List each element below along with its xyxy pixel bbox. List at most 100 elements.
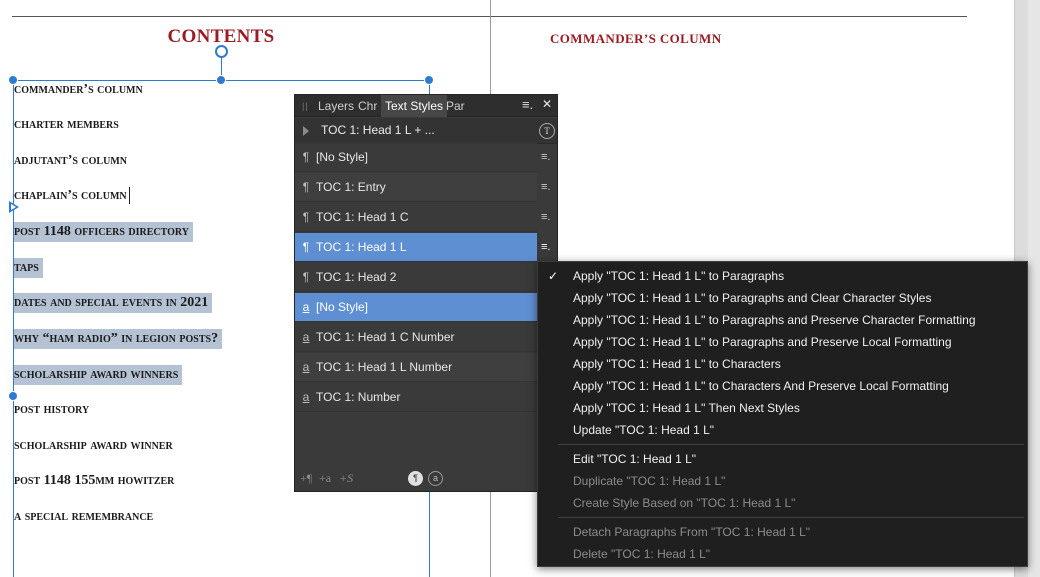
style-row[interactable]: ¶ TOC 1: Head 1 L ≡. — [295, 233, 550, 262]
tab-paragraph[interactable]: Par — [446, 95, 465, 117]
menu-item-label: Create Style Based on "TOC 1: Head 1 L" — [573, 496, 796, 510]
paragraph-style-icon: ¶ — [302, 210, 310, 224]
menu-separator — [558, 444, 1024, 445]
style-name: [No Style] — [316, 150, 369, 164]
style-row-menu-icon[interactable]: ≡. — [541, 173, 550, 202]
style-name: TOC 1: Number — [316, 390, 401, 404]
add-character-style-icon[interactable]: +a — [319, 471, 331, 486]
context-menu-item[interactable]: Apply "TOC 1: Head 1 L" to Characters — [538, 353, 1027, 375]
resize-handle-top-center[interactable] — [216, 75, 226, 85]
tab-layers[interactable]: Layers — [318, 95, 354, 117]
paragraph-style-icon: ¶ — [302, 180, 310, 194]
scrollbar-track[interactable] — [1028, 0, 1040, 577]
toc-entry[interactable]: post history — [14, 400, 93, 420]
toc-entry-text: why “ham radio” in legion posts? — [14, 331, 219, 346]
toc-entry[interactable]: chaplain’s column — [14, 186, 134, 206]
context-menu-item[interactable]: Edit "TOC 1: Head 1 L" — [538, 448, 1027, 470]
tab-character[interactable]: Chr — [358, 95, 377, 117]
context-menu-item[interactable]: ✓ Apply "TOC 1: Head 1 L" to Paragraphs — [538, 265, 1027, 287]
toc-entry[interactable]: why “ham radio” in legion posts? — [14, 329, 223, 349]
character-style-icon: a — [302, 330, 310, 344]
style-name: TOC 1: Head 1 L — [316, 240, 407, 254]
panel-bottom-toolbar: +¶ +a +S ¶ a — [295, 467, 557, 491]
style-row-menu-icon[interactable]: ≡. — [541, 203, 550, 232]
toc-entry-text: scholarship award winners — [14, 367, 179, 382]
style-row[interactable]: ¶TOC 1: Head 2≡. — [295, 263, 550, 292]
toc-entry[interactable]: a special remembrance — [14, 507, 157, 527]
context-menu-item[interactable]: Apply "TOC 1: Head 1 L" to Paragraphs an… — [538, 287, 1027, 309]
style-row[interactable]: a TOC 1: Head 1 C Number — [295, 323, 537, 352]
text-caret — [128, 187, 130, 205]
panel-grip-icon[interactable]: || — [302, 101, 309, 111]
style-row[interactable]: a TOC 1: Number — [295, 383, 537, 412]
style-name: TOC 1: Head 1 L Number — [316, 360, 453, 374]
context-menu-item[interactable]: Apply "TOC 1: Head 1 L" to Paragraphs an… — [538, 331, 1027, 353]
character-filter-icon[interactable]: a — [428, 471, 443, 486]
style-name: TOC 1: Head 2 — [316, 270, 397, 284]
close-icon[interactable]: ✕ — [542, 97, 552, 111]
paragraph-style-icon: ¶ — [302, 270, 310, 284]
panel-tab-bar: || Layers Chr Text Styles Par ≡. ✕ — [295, 95, 557, 117]
add-style-group-icon[interactable]: +S — [339, 471, 353, 486]
tab-text-styles[interactable]: Text Styles — [381, 95, 448, 117]
toc-entry-text: chaplain’s column — [14, 188, 127, 203]
toc-entry-text: post 1148 155mm howitzer — [14, 473, 175, 488]
context-menu-item: Delete "TOC 1: Head 1 L" — [538, 543, 1027, 565]
style-row[interactable]: ¶ [No Style] ≡. — [295, 143, 550, 172]
toc-entry-text: post 1148 officers directory — [14, 224, 189, 239]
toc-entry-text: charter members — [14, 117, 119, 132]
paragraph-style-icon: ¶ — [302, 150, 310, 164]
toc-entry[interactable]: charter members — [14, 115, 123, 135]
hamburger-icon[interactable]: ≡. — [522, 97, 533, 112]
toc-entry[interactable]: post 1148 officers directory — [14, 222, 193, 242]
menu-item-label: Duplicate "TOC 1: Head 1 L" — [573, 474, 726, 488]
menu-item-label: Apply "TOC 1: Head 1 L" to Characters — [573, 357, 781, 371]
toc-entry[interactable]: dates and special events in 2021 — [14, 293, 213, 313]
resize-handle-top-right[interactable] — [424, 75, 434, 85]
style-row-menu-icon[interactable]: ≡. — [541, 143, 550, 172]
character-style-icon: a — [302, 390, 310, 404]
rotation-handle[interactable] — [215, 45, 228, 58]
context-menu-item: Create Style Based on "TOC 1: Head 1 L" — [538, 492, 1027, 514]
toc-entry[interactable]: post 1148 155mm howitzer — [14, 471, 178, 491]
menu-item-label: Apply "TOC 1: Head 1 L" Then Next Styles — [573, 401, 800, 415]
paragraph-filter-icon[interactable]: ¶ — [408, 471, 423, 486]
menu-item-label: Edit "TOC 1: Head 1 L" — [573, 452, 697, 466]
context-menu-item: Detach Paragraphs From "TOC 1: Head 1 L" — [538, 521, 1027, 543]
context-menu-item[interactable]: Apply "TOC 1: Head 1 L" Then Next Styles — [538, 397, 1027, 419]
current-style-label: TOC 1: Head 1 L + ... — [321, 123, 435, 137]
toc-entry[interactable]: taps — [14, 258, 43, 278]
style-row[interactable]: ¶ TOC 1: Head 1 C ≡. — [295, 203, 550, 232]
right-page-heading: COMMANDER’S COLUMN — [550, 31, 722, 46]
style-row[interactable]: a TOC 1: Head 1 L Number — [295, 353, 537, 382]
style-row[interactable]: a [No Style] — [295, 293, 537, 322]
menu-separator — [558, 517, 1024, 518]
context-menu-item[interactable]: Apply "TOC 1: Head 1 L" to Paragraphs an… — [538, 309, 1027, 331]
toc-entry[interactable]: commander’s column — [14, 80, 147, 100]
style-row[interactable]: ¶ TOC 1: Entry ≡. — [295, 173, 550, 202]
menu-item-label: Apply "TOC 1: Head 1 L" to Paragraphs an… — [573, 335, 952, 349]
context-menu-item[interactable]: Update "TOC 1: Head 1 L" — [538, 419, 1027, 441]
menu-item-label: Apply "TOC 1: Head 1 L" to Characters An… — [573, 379, 949, 393]
text-styles-panel[interactable]: || Layers Chr Text Styles Par ≡. ✕ TOC 1… — [294, 94, 558, 492]
current-style-row[interactable]: TOC 1: Head 1 L + ... T — [295, 118, 557, 144]
toc-entry-text: post history — [14, 402, 90, 417]
text-style-icon[interactable]: T — [539, 123, 555, 139]
style-name: [No Style] — [316, 300, 369, 314]
menu-item-label: Apply "TOC 1: Head 1 L" to Paragraphs — [573, 269, 785, 283]
style-name: TOC 1: Entry — [316, 180, 386, 194]
check-icon: ✓ — [548, 269, 559, 283]
expand-triangle-icon[interactable] — [303, 126, 309, 136]
toc-entry-text: taps — [14, 260, 39, 275]
paragraph-style-icon: ¶ — [302, 240, 310, 254]
toc-entry[interactable]: scholarship award winner — [14, 436, 177, 456]
add-paragraph-style-icon[interactable]: +¶ — [300, 471, 312, 486]
character-style-icon: a — [302, 300, 310, 314]
context-menu-item[interactable]: Apply "TOC 1: Head 1 L" to Characters An… — [538, 375, 1027, 397]
toc-entry[interactable]: adjutant’s column — [14, 151, 131, 171]
menu-item-label: Apply "TOC 1: Head 1 L" to Paragraphs an… — [573, 313, 976, 327]
toc-entry-text: dates and special events in 2021 — [14, 295, 209, 310]
toc-entry-text: commander’s column — [14, 82, 143, 97]
style-row-menu-icon[interactable]: ≡. — [541, 233, 550, 262]
toc-entry[interactable]: scholarship award winners — [14, 365, 183, 385]
